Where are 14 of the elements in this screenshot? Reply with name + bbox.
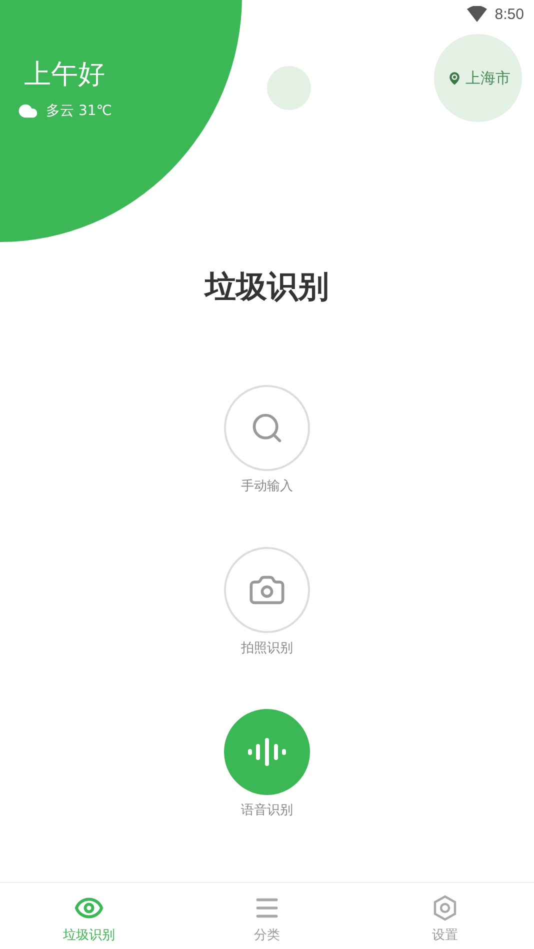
location-text: 上海市: [466, 68, 510, 88]
status-time: 8:50: [494, 6, 524, 22]
page-title: 垃圾识别: [205, 268, 329, 307]
settings-icon: [433, 895, 457, 921]
action-label: 拍照识别: [241, 640, 293, 658]
decor-dot: [267, 66, 311, 110]
action-label: 手动输入: [241, 478, 293, 496]
sound-wave-icon: [246, 737, 288, 767]
search-icon: [250, 411, 284, 445]
location-bubble[interactable]: 上海市: [434, 34, 522, 122]
weather-text: 多云 31℃: [46, 102, 112, 120]
greeting-text: 上午好: [24, 58, 105, 92]
wifi-icon: [466, 6, 487, 22]
action-label: 语音识别: [241, 802, 293, 820]
